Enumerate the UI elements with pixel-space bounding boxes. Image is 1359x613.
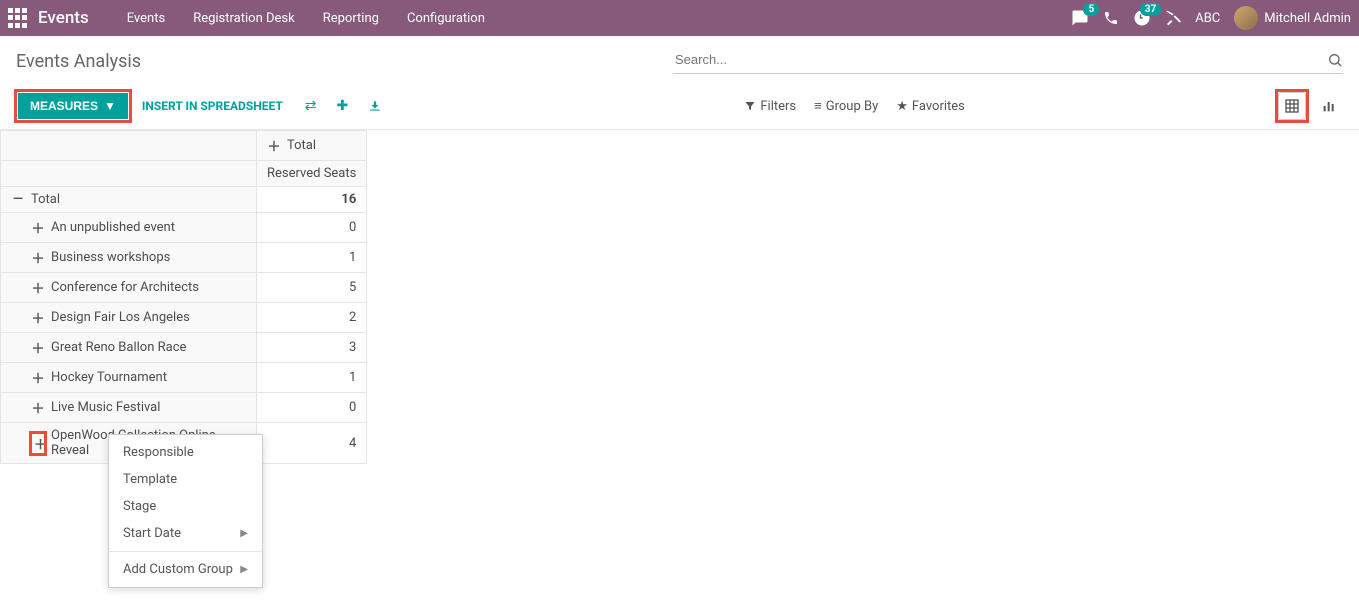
- table-row[interactable]: ＋Great Reno Ballon Race: [1, 333, 257, 363]
- search-wrap: [673, 48, 1343, 74]
- plus-icon[interactable]: ＋: [267, 136, 281, 155]
- measures-button[interactable]: MEASURES ▼: [18, 93, 128, 119]
- pivot-view-button[interactable]: [1278, 92, 1306, 120]
- table-row[interactable]: ＋Conference for Architects: [1, 273, 257, 303]
- filters-button[interactable]: Filters: [744, 99, 796, 114]
- user-menu[interactable]: Mitchell Admin: [1234, 6, 1351, 30]
- clock-icon[interactable]: 37: [1133, 9, 1151, 27]
- messages-badge: 5: [1083, 3, 1099, 16]
- dropdown-item-add-custom-group[interactable]: Add Custom Group ▶: [109, 556, 262, 583]
- plus-icon[interactable]: ＋: [31, 248, 45, 267]
- phone-icon[interactable]: [1103, 10, 1119, 26]
- dropdown-item-responsible[interactable]: Responsible: [109, 439, 262, 466]
- avatar: [1234, 6, 1258, 30]
- user-name: Mitchell Admin: [1264, 11, 1351, 26]
- table-row[interactable]: ＋Live Music Festival: [1, 393, 257, 423]
- empty-corner-2: [1, 161, 257, 187]
- plus-icon[interactable]: ＋: [31, 338, 45, 357]
- clock-badge: 37: [1140, 3, 1161, 16]
- minus-icon[interactable]: —: [11, 192, 25, 207]
- plus-icon[interactable]: ＋: [31, 278, 45, 297]
- expand-all-icon[interactable]: ✚: [327, 92, 359, 120]
- flip-axis-icon[interactable]: ⇄: [295, 92, 327, 120]
- dropdown-item-stage[interactable]: Stage: [109, 493, 262, 520]
- table-row[interactable]: ＋Design Fair Los Angeles: [1, 303, 257, 333]
- filter-group: Filters ≡ Group By ★ Favorites: [704, 98, 965, 114]
- groupby-dropdown: Responsible Template Stage Start Date ▶ …: [108, 434, 263, 588]
- messages-icon[interactable]: 5: [1071, 9, 1089, 27]
- page-title: Events Analysis: [16, 51, 141, 72]
- star-icon: ★: [896, 99, 908, 114]
- row-total-value[interactable]: 16: [257, 187, 367, 213]
- favorites-button[interactable]: ★ Favorites: [896, 99, 965, 114]
- tools-icon[interactable]: [1165, 10, 1181, 26]
- toolbar: MEASURES ▼ INSERT IN SPREADSHEET ⇄ ✚ Fil…: [0, 83, 1359, 130]
- plus-icon[interactable]: ＋: [31, 398, 45, 417]
- view-switch: [1277, 91, 1343, 121]
- dropdown-item-start-date[interactable]: Start Date ▶: [109, 520, 262, 547]
- apps-icon[interactable]: [8, 8, 28, 28]
- plus-icon[interactable]: ＋: [31, 218, 45, 237]
- subheader: Events Analysis: [0, 36, 1359, 83]
- insert-spreadsheet-button[interactable]: INSERT IN SPREADSHEET: [130, 93, 295, 119]
- topbar: Events Events Registration Desk Reportin…: [0, 0, 1359, 36]
- list-icon: ≡: [814, 98, 822, 114]
- chevron-right-icon: ▶: [240, 564, 248, 575]
- col-total-header[interactable]: ＋Total: [257, 131, 367, 161]
- brand-label: Events: [38, 8, 89, 28]
- row-total[interactable]: —Total: [1, 187, 257, 213]
- search-icon[interactable]: [1327, 52, 1343, 68]
- topbar-right: 5 37 ABC Mitchell Admin: [1071, 6, 1351, 30]
- group-by-button[interactable]: ≡ Group By: [814, 98, 878, 114]
- nav-registration-desk[interactable]: Registration Desk: [179, 0, 309, 36]
- chevron-right-icon: ▶: [240, 528, 248, 539]
- download-icon[interactable]: [358, 93, 392, 119]
- table-row[interactable]: ＋Hockey Tournament: [1, 363, 257, 393]
- nav-configuration[interactable]: Configuration: [393, 0, 499, 36]
- pivot-table: ＋Total Reserved Seats —Total 16 ＋An unpu…: [0, 130, 367, 464]
- table-row[interactable]: ＋An unpublished event: [1, 213, 257, 243]
- table-row[interactable]: ＋Business workshops: [1, 243, 257, 273]
- search-input[interactable]: [673, 48, 1327, 71]
- nav-reporting[interactable]: Reporting: [309, 0, 393, 36]
- nav-events[interactable]: Events: [113, 0, 179, 36]
- caret-down-icon: ▼: [104, 99, 116, 113]
- plus-icon[interactable]: ＋: [31, 308, 45, 327]
- measure-header: Reserved Seats: [257, 161, 367, 187]
- measures-label: MEASURES: [30, 99, 98, 113]
- plus-icon[interactable]: ＋: [31, 433, 45, 454]
- divider: [109, 551, 262, 552]
- dropdown-item-template[interactable]: Template: [109, 466, 262, 493]
- empty-corner: [1, 131, 257, 161]
- company-label[interactable]: ABC: [1195, 11, 1220, 26]
- plus-icon[interactable]: ＋: [31, 368, 45, 387]
- graph-view-button[interactable]: [1315, 92, 1343, 120]
